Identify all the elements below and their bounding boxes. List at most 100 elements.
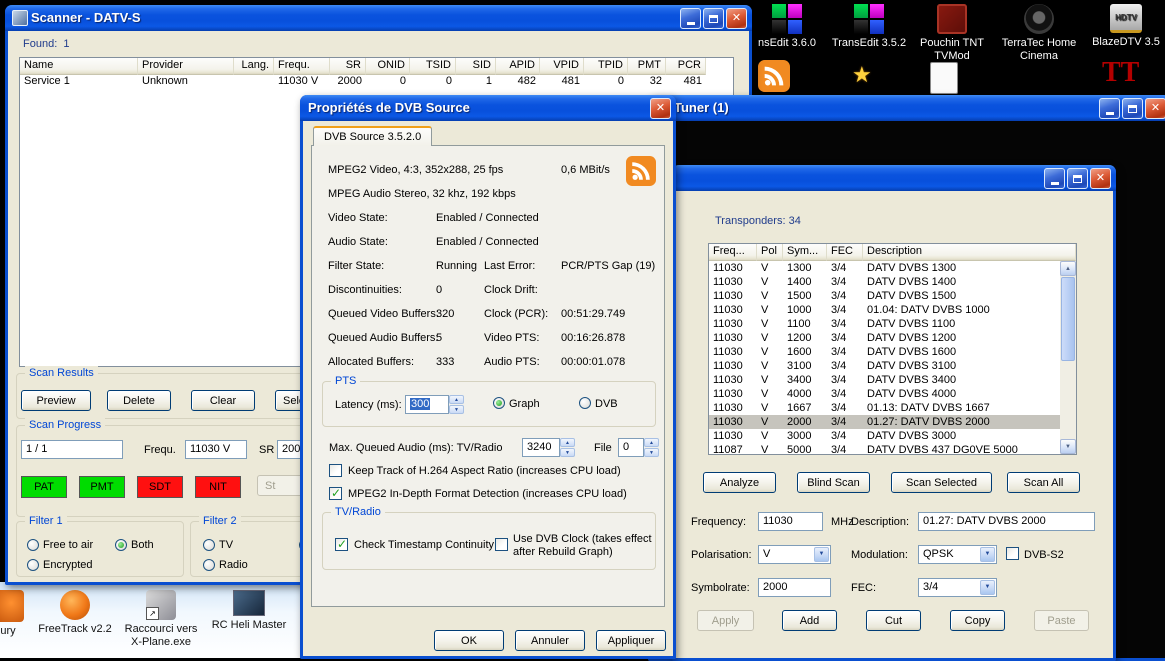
apply-button[interactable]: Appliquer xyxy=(596,630,666,651)
paste-button[interactable]: Paste xyxy=(1034,610,1089,631)
frequ-field[interactable]: 11030 V xyxy=(185,440,247,459)
transponder-row[interactable]: 11087 V 5000 3/4 DATV DVBS 437 DG0VE 500… xyxy=(709,443,1060,455)
transponder-row[interactable]: 11030 V 1300 3/4 DATV DVBS 1300 xyxy=(709,261,1060,275)
radio-dvb[interactable] xyxy=(579,397,591,409)
radio-tv[interactable] xyxy=(203,539,215,551)
desktop-icon-terratec[interactable]: TerraTec Home Cinema xyxy=(999,4,1079,63)
maximize-button[interactable] xyxy=(1122,98,1143,119)
minimize-button[interactable] xyxy=(1099,98,1120,119)
spin-up-icon[interactable]: ▲ xyxy=(644,438,659,447)
column-header[interactable]: SR xyxy=(330,58,366,75)
column-header[interactable]: Sym... xyxy=(783,244,827,261)
preview-button[interactable]: Preview xyxy=(21,390,91,411)
column-header[interactable]: Frequ. xyxy=(274,58,330,75)
mpeg2-indepth-checkbox[interactable] xyxy=(329,487,342,500)
file-spinner[interactable]: 0 xyxy=(618,438,644,457)
apply-button[interactable]: Apply xyxy=(697,610,754,631)
add-button[interactable]: Add xyxy=(782,610,837,631)
maximize-button[interactable] xyxy=(1067,168,1088,189)
spin-down-icon[interactable]: ▼ xyxy=(560,448,575,457)
column-header[interactable]: Pol xyxy=(757,244,783,261)
file-spin-buttons[interactable]: ▲ ▼ xyxy=(644,438,659,457)
close-button[interactable]: ✕ xyxy=(726,8,747,29)
radio-graph[interactable] xyxy=(493,397,505,409)
desktop-icon-rc-heli[interactable]: RC Heli Master xyxy=(206,590,292,632)
scan-selected-button[interactable]: Scan Selected xyxy=(891,472,992,493)
chevron-down-icon[interactable]: ▼ xyxy=(980,547,995,562)
maximize-button[interactable] xyxy=(703,8,724,29)
transponder-row[interactable]: 11030 V 1200 3/4 DATV DVBS 1200 xyxy=(709,331,1060,345)
dialog-titlebar[interactable]: Propriétés de DVB Source ✕ xyxy=(300,95,676,121)
minimize-button[interactable] xyxy=(680,8,701,29)
star-icon[interactable]: ★ xyxy=(852,64,872,86)
column-header[interactable]: SID xyxy=(456,58,496,75)
close-button[interactable]: ✕ xyxy=(1145,98,1165,119)
transponder-row[interactable]: 11030 V 3000 3/4 DATV DVBS 3000 xyxy=(709,429,1060,443)
transponder-list[interactable]: Freq...PolSym...FECDescription 11030 V 1… xyxy=(708,243,1077,455)
column-header[interactable]: Freq... xyxy=(709,244,757,261)
column-header[interactable]: Provider xyxy=(138,58,234,75)
max-queued-tv-spinner[interactable]: 3240 xyxy=(522,438,560,457)
column-header[interactable]: FEC xyxy=(827,244,863,261)
radio-encrypted[interactable] xyxy=(27,559,39,571)
desktop-icon-transedit-352[interactable]: TransEdit 3.5.2 xyxy=(829,4,909,50)
scroll-thumb[interactable] xyxy=(1061,277,1075,361)
modulation-select[interactable]: QPSK ▼ xyxy=(918,545,997,564)
column-header[interactable]: ONID xyxy=(366,58,410,75)
close-button[interactable]: ✕ xyxy=(650,98,671,119)
column-header[interactable]: VPID xyxy=(540,58,584,75)
scroll-up-button[interactable]: ▲ xyxy=(1060,261,1076,276)
tt-logo-icon[interactable]: TT xyxy=(1102,58,1139,88)
desktop-icon-pouchin[interactable]: Pouchin TNT TVMod xyxy=(912,4,992,63)
column-header[interactable]: Lang. xyxy=(234,58,274,75)
transponder-titlebar[interactable]: ✕ xyxy=(672,165,1116,191)
transponder-row[interactable]: 11030 V 1667 3/4 01.13: DATV DVBS 1667 xyxy=(709,401,1060,415)
description-input[interactable]: 01.27: DATV DVBS 2000 xyxy=(918,512,1095,531)
h264-aspect-checkbox[interactable] xyxy=(329,464,342,477)
feed-icon[interactable] xyxy=(758,60,790,92)
transponder-row[interactable]: 11030 V 3400 3/4 DATV DVBS 3400 xyxy=(709,373,1060,387)
transponder-row[interactable]: 11030 V 4000 3/4 DATV DVBS 4000 xyxy=(709,387,1060,401)
scanner-titlebar[interactable]: Scanner - DATV-S ✕ xyxy=(5,5,752,31)
column-header[interactable]: PMT xyxy=(628,58,666,75)
use-dvb-clock-checkbox[interactable] xyxy=(495,538,508,551)
blind-scan-button[interactable]: Blind Scan xyxy=(797,472,870,493)
transponder-row[interactable]: 11030 V 3100 3/4 DATV DVBS 3100 xyxy=(709,359,1060,373)
desktop-icon-xplane-shortcut[interactable]: Raccourci vers X-Plane.exe xyxy=(118,590,204,649)
column-header[interactable]: Description xyxy=(863,244,1076,261)
chevron-down-icon[interactable]: ▼ xyxy=(814,547,829,562)
transponder-row[interactable]: 11030 V 1000 3/4 01.04: DATV DVBS 1000 xyxy=(709,303,1060,317)
radio-radio[interactable] xyxy=(203,559,215,571)
spin-up-icon[interactable]: ▲ xyxy=(560,438,575,447)
desktop-icon-transedit-360[interactable]: nsEdit 3.6.0 xyxy=(747,4,827,50)
copy-button[interactable]: Copy xyxy=(950,610,1005,631)
spin-down-icon[interactable]: ▼ xyxy=(449,405,464,414)
scan-all-button[interactable]: Scan All xyxy=(1007,472,1080,493)
spin-down-icon[interactable]: ▼ xyxy=(644,448,659,457)
ok-button[interactable]: OK xyxy=(434,630,504,651)
column-header[interactable]: APID xyxy=(496,58,540,75)
column-header[interactable]: PCR xyxy=(666,58,706,75)
transponder-row[interactable]: 11030 V 2000 3/4 01.27: DATV DVBS 2000 xyxy=(709,415,1060,429)
close-button[interactable]: ✕ xyxy=(1090,168,1111,189)
tab-dvb-source[interactable]: DVB Source 3.5.2.0 xyxy=(313,126,432,146)
minimize-button[interactable] xyxy=(1044,168,1065,189)
fec-select[interactable]: 3/4 ▼ xyxy=(918,578,997,597)
tuner-titlebar[interactable]: Tuner (1) ✕ xyxy=(648,95,1165,121)
polarisation-select[interactable]: V ▼ xyxy=(758,545,831,564)
vertical-scrollbar[interactable]: ▲ ▼ xyxy=(1060,261,1076,454)
delete-button[interactable]: Delete xyxy=(107,390,171,411)
cut-button[interactable]: Cut xyxy=(866,610,921,631)
column-header[interactable]: TSID xyxy=(410,58,456,75)
spin-up-icon[interactable]: ▲ xyxy=(449,395,464,404)
frequency-input[interactable]: 11030 xyxy=(758,512,823,531)
radio-both[interactable] xyxy=(115,539,127,551)
analyze-button[interactable]: Analyze xyxy=(703,472,776,493)
transponder-row[interactable]: 11030 V 1100 3/4 DATV DVBS 1100 xyxy=(709,317,1060,331)
desktop-icon-freetrack[interactable]: FreeTrack v2.2 xyxy=(32,590,118,636)
transponder-row[interactable]: 11030 V 1500 3/4 DATV DVBS 1500 xyxy=(709,289,1060,303)
scroll-down-button[interactable]: ▼ xyxy=(1060,439,1076,454)
desktop-icon-blazedtv[interactable]: HDTV BlazeDTV 3.5 xyxy=(1086,4,1165,49)
column-header[interactable]: Name xyxy=(20,58,138,75)
progress-field[interactable]: 1 / 1 xyxy=(21,440,123,459)
